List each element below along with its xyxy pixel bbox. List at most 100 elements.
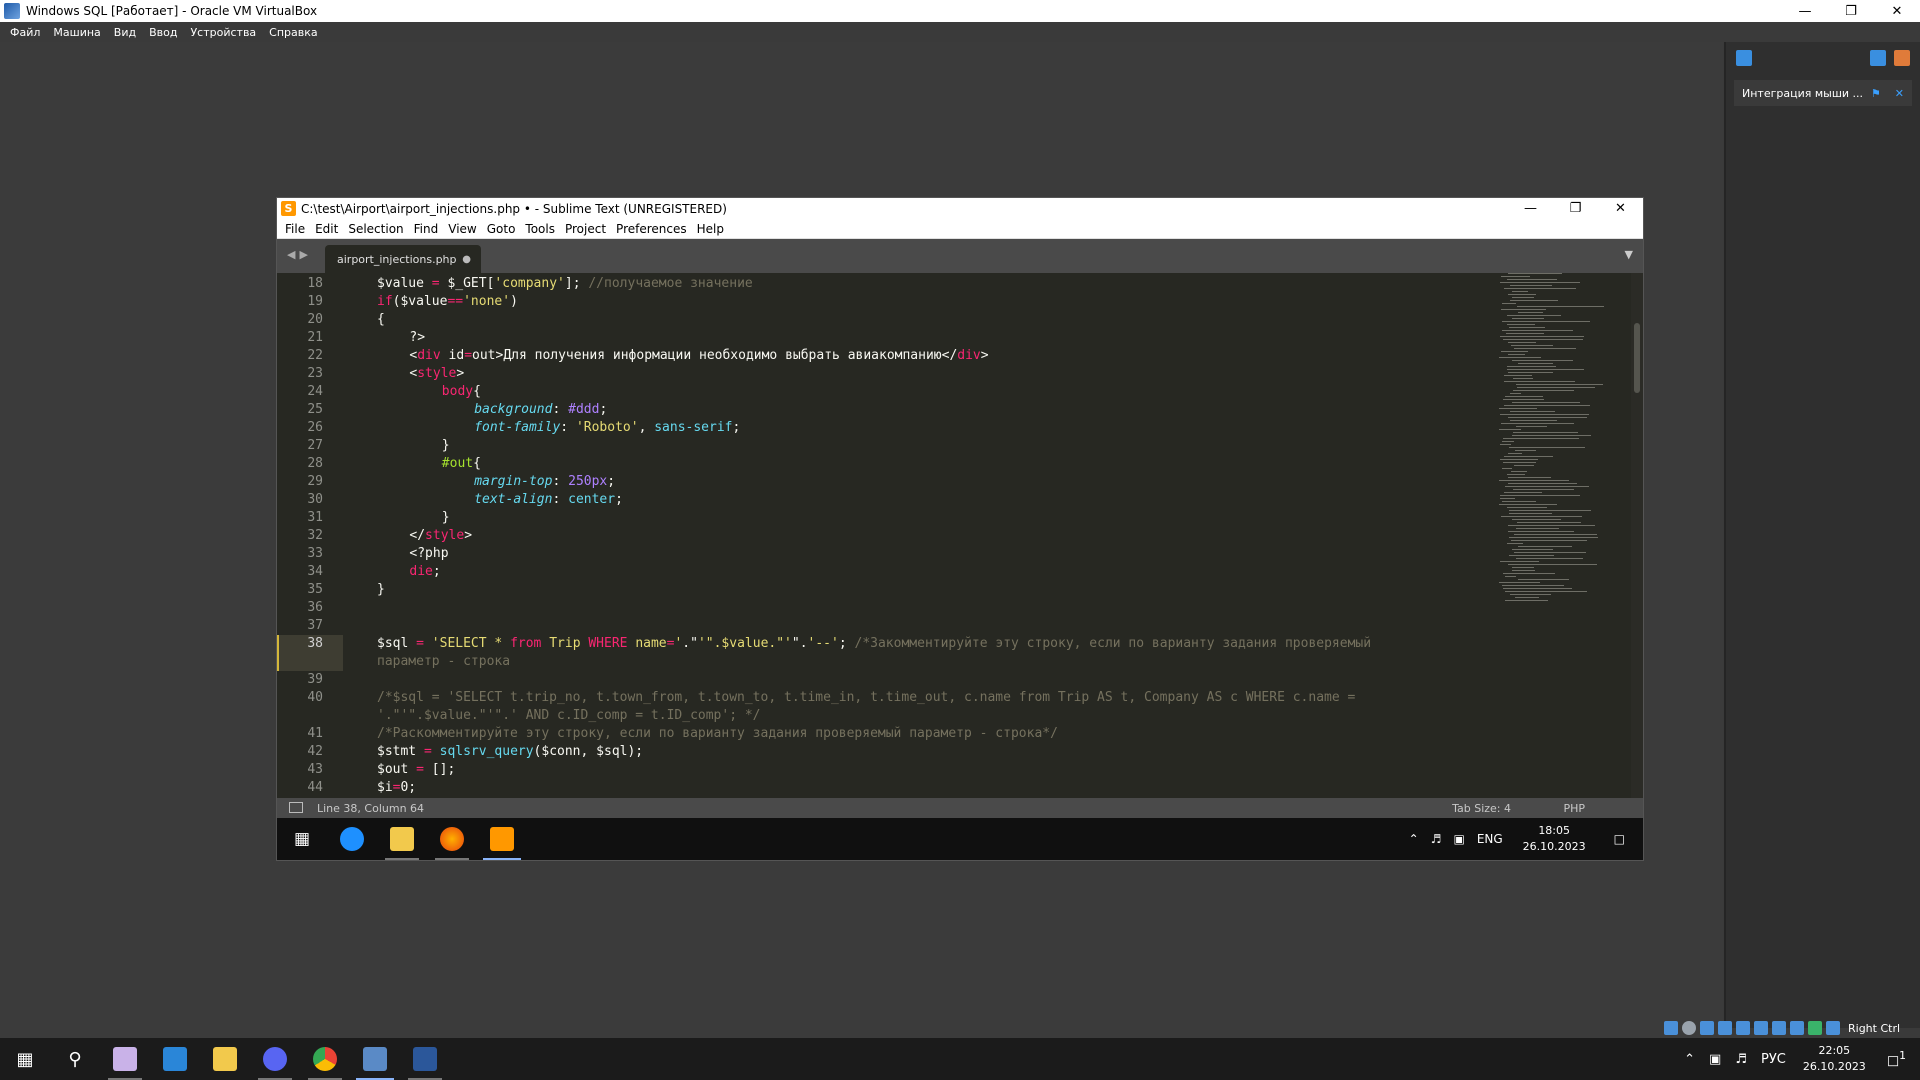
restore-button[interactable]: ❐: [1828, 0, 1874, 22]
code-line[interactable]: </style>: [409, 527, 472, 545]
code-line[interactable]: параметр - строка: [377, 653, 510, 671]
code-line[interactable]: margin-top: 250px;: [474, 473, 615, 491]
unsaved-dot-icon[interactable]: ●: [462, 254, 471, 265]
code-line[interactable]: #out{: [442, 455, 481, 473]
code-line[interactable]: background: #ddd;: [474, 401, 607, 419]
menu-preferences[interactable]: Preferences: [616, 222, 687, 236]
mouse-integration-notification[interactable]: Интеграция мыши ... ⚑ ✕: [1734, 80, 1912, 106]
pin-icon[interactable]: ⚑: [1871, 87, 1881, 100]
action-center-icon[interactable]: □1: [1887, 1049, 1906, 1068]
taskbar-app-explorer[interactable]: [200, 1038, 250, 1080]
code-line[interactable]: {: [377, 311, 385, 329]
sort-icon[interactable]: [1870, 50, 1886, 66]
menu-help[interactable]: Help: [697, 222, 724, 236]
menu-view[interactable]: View: [448, 222, 476, 236]
mouse-integration-icon[interactable]: [1826, 1021, 1840, 1035]
display-icon[interactable]: [1772, 1021, 1786, 1035]
menu-file[interactable]: File: [285, 222, 305, 236]
shared-folders-icon[interactable]: [1754, 1021, 1768, 1035]
code-line[interactable]: $sql = 'SELECT * from Trip WHERE name='.…: [377, 635, 1371, 653]
editor-scrollbar[interactable]: [1631, 273, 1643, 798]
tab-size[interactable]: Tab Size: 4: [1452, 802, 1511, 815]
code-line[interactable]: $out = [];: [377, 761, 455, 779]
menu-project[interactable]: Project: [565, 222, 606, 236]
tab-nav-arrows-icon[interactable]: ◀▶: [287, 248, 312, 261]
sublime-minimize-button[interactable]: —: [1508, 198, 1553, 219]
scrollbar-thumb[interactable]: [1634, 323, 1640, 393]
code-line[interactable]: }: [442, 437, 450, 455]
code-line[interactable]: /*Раскомментируйте эту строку, если по в…: [377, 725, 1058, 743]
host-search-button[interactable]: ⚲: [50, 1038, 100, 1080]
taskbar-app-paint[interactable]: [100, 1038, 150, 1080]
host-clock[interactable]: 22:05 26.10.2023: [1803, 1043, 1866, 1075]
menu-selection[interactable]: Selection: [348, 222, 403, 236]
usb-icon[interactable]: [1736, 1021, 1750, 1035]
code-line[interactable]: }: [442, 509, 450, 527]
audio-icon[interactable]: [1700, 1021, 1714, 1035]
host-start-button[interactable]: ▦: [0, 1038, 50, 1080]
code-line[interactable]: ?>: [409, 329, 425, 347]
code-editor[interactable]: 18 19 20 21 22 23 24 25 26 27 28 29 30 31 32 33 34 35 36 37…: [277, 273, 1643, 798]
code-line[interactable]: $i=0;: [377, 779, 416, 797]
sublime-restore-button[interactable]: ❐: [1553, 198, 1598, 219]
minimap[interactable]: [1495, 273, 1615, 613]
guest-language-indicator[interactable]: ENG: [1477, 832, 1503, 846]
guest-app-ie[interactable]: [327, 818, 377, 860]
taskbar-app-chrome[interactable]: [300, 1038, 350, 1080]
vbox-menu-machine[interactable]: Машина: [53, 26, 100, 39]
code-line[interactable]: <style>: [409, 365, 464, 383]
recording-icon[interactable]: [1790, 1021, 1804, 1035]
vbox-menu-help[interactable]: Справка: [269, 26, 317, 39]
vbox-menu-file[interactable]: Файл: [10, 26, 40, 39]
menu-tools[interactable]: Tools: [525, 222, 555, 236]
sublime-close-button[interactable]: ✕: [1598, 198, 1643, 219]
hdd-icon[interactable]: [1664, 1021, 1678, 1035]
minimize-button[interactable]: —: [1782, 0, 1828, 22]
vbox-menu-view[interactable]: Вид: [114, 26, 136, 39]
optical-drive-icon[interactable]: [1682, 1021, 1696, 1035]
taskbar-app-discord[interactable]: [250, 1038, 300, 1080]
menu-edit[interactable]: Edit: [315, 222, 338, 236]
guest-start-button[interactable]: ▦: [277, 818, 327, 860]
volume-muted-icon[interactable]: ♬: [1431, 832, 1442, 846]
clear-all-icon[interactable]: [1894, 50, 1910, 66]
action-center-icon[interactable]: □: [1614, 832, 1625, 846]
tray-overflow-icon[interactable]: ⌃: [1684, 1052, 1695, 1067]
code-line[interactable]: $value = $_GET['company']; //получаемое …: [377, 275, 753, 293]
menu-goto[interactable]: Goto: [487, 222, 516, 236]
code-line[interactable]: die;: [409, 563, 440, 581]
host-language-indicator[interactable]: РУС: [1761, 1052, 1786, 1067]
menu-find[interactable]: Find: [414, 222, 439, 236]
dismiss-icon[interactable]: ✕: [1895, 87, 1904, 100]
network-tray-icon[interactable]: ▣: [1709, 1052, 1721, 1067]
syntax-selector[interactable]: PHP: [1563, 802, 1585, 815]
code-line[interactable]: /*$sql = 'SELECT t.trip_no, t.town_from,…: [377, 689, 1355, 707]
guest-app-explorer[interactable]: [377, 818, 427, 860]
panel-toggle-icon[interactable]: [289, 802, 303, 813]
code-line[interactable]: <?php: [409, 545, 448, 563]
cursor-position[interactable]: Line 38, Column 64: [317, 802, 424, 815]
guest-clock[interactable]: 18:05 26.10.2023: [1523, 823, 1586, 855]
network-icon[interactable]: [1718, 1021, 1732, 1035]
vbox-menu-input[interactable]: Ввод: [149, 26, 177, 39]
vbox-menu-devices[interactable]: Устройства: [190, 26, 256, 39]
guest-app-firefox[interactable]: [427, 818, 477, 860]
guest-app-sublime[interactable]: [477, 818, 527, 860]
code-line[interactable]: text-align: center;: [474, 491, 623, 509]
taskbar-app-store[interactable]: [150, 1038, 200, 1080]
cpu-icon[interactable]: [1808, 1021, 1822, 1035]
code-line[interactable]: $stmt = sqlsrv_query($conn, $sql);: [377, 743, 643, 761]
taskbar-app-word[interactable]: [400, 1038, 450, 1080]
network-tray-icon[interactable]: ▣: [1453, 832, 1464, 846]
notification-center-icon[interactable]: [1736, 50, 1752, 66]
tray-overflow-icon[interactable]: ⌃: [1409, 832, 1419, 846]
taskbar-app-virtualbox[interactable]: [350, 1038, 400, 1080]
code-line[interactable]: '."'".$value."'".' AND c.ID_comp = t.ID_…: [377, 707, 761, 725]
code-line[interactable]: body{: [442, 383, 481, 401]
volume-icon[interactable]: ♬: [1735, 1052, 1747, 1067]
tabs-dropdown-icon[interactable]: ▼: [1625, 248, 1633, 261]
code-line[interactable]: <div id=out>Для получения информации нео…: [409, 347, 988, 365]
code-line[interactable]: font-family: 'Roboto', sans-serif;: [474, 419, 740, 437]
code-line[interactable]: }: [377, 581, 385, 599]
code-line[interactable]: if($value=='none'): [377, 293, 518, 311]
